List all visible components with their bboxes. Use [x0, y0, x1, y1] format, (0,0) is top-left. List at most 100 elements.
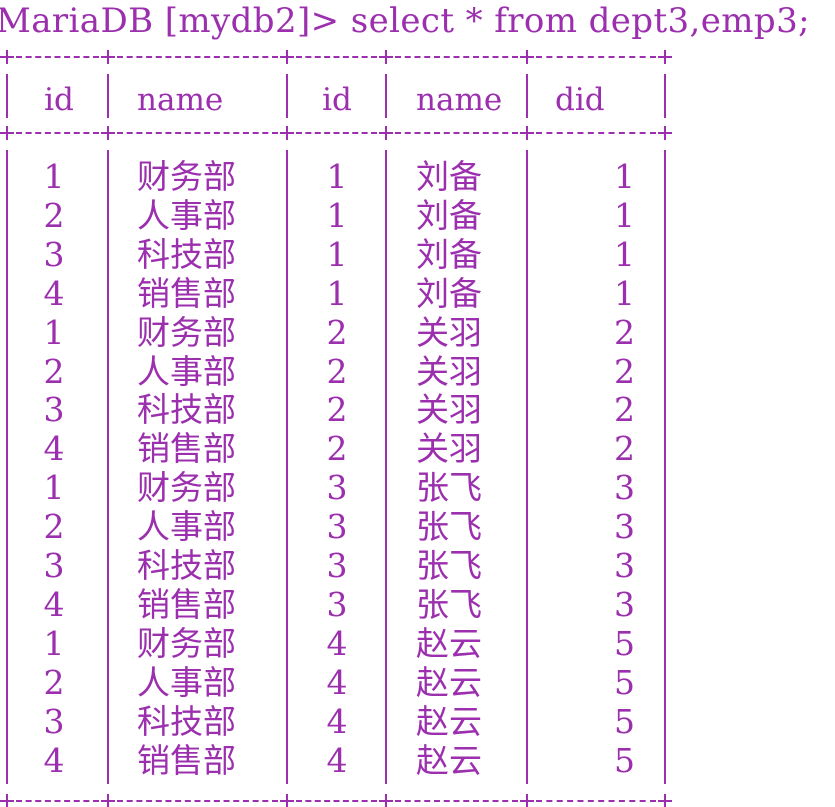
border-plus-corner — [379, 50, 393, 64]
column-divider — [286, 74, 288, 118]
border-plus-corner — [379, 126, 393, 140]
cell-emp-id: 3 — [326, 584, 348, 624]
cell-dept-name: 人事部 — [137, 507, 236, 547]
column-header-emp-id: id — [322, 82, 352, 118]
cell-dept-name: 财务部 — [137, 468, 236, 508]
border-plus-corner — [379, 794, 393, 807]
cell-emp-id: 4 — [326, 740, 348, 780]
cell-emp-id: 2 — [326, 390, 348, 430]
cell-emp-name: 赵云 — [416, 701, 482, 741]
column-divider — [664, 150, 666, 784]
column-divider — [385, 74, 387, 118]
column-divider — [6, 150, 8, 784]
cell-dept-id: 2 — [43, 351, 65, 391]
border-dash-segment — [16, 132, 99, 134]
cell-did: 1 — [614, 157, 635, 196]
cell-emp-id: 2 — [326, 351, 348, 391]
column-header-dept-name: name — [137, 82, 224, 118]
cell-dept-name: 销售部 — [137, 429, 236, 469]
cell-dept-name: 科技部 — [137, 390, 236, 430]
cell-did: 3 — [614, 584, 635, 624]
cell-dept-id: 1 — [43, 468, 65, 508]
cell-dept-id: 4 — [43, 429, 65, 469]
border-dash-segment — [16, 800, 99, 802]
column-divider — [526, 150, 528, 784]
cell-dept-id: 3 — [43, 546, 65, 585]
cell-emp-id: 1 — [326, 234, 348, 274]
cell-emp-id: 2 — [326, 312, 348, 352]
cell-dept-id: 2 — [43, 507, 65, 547]
cell-dept-name: 销售部 — [137, 584, 236, 624]
cell-did: 3 — [614, 468, 635, 508]
border-dash-segment — [117, 132, 278, 134]
cell-emp-name: 关羽 — [416, 312, 482, 352]
cell-emp-name: 赵云 — [416, 623, 482, 663]
border-plus-corner — [0, 794, 14, 807]
cell-emp-name: 张飞 — [416, 468, 482, 508]
cell-dept-id: 1 — [43, 623, 65, 663]
cell-did: 5 — [614, 740, 635, 780]
cell-dept-id: 3 — [43, 701, 65, 741]
border-plus-corner — [280, 794, 294, 807]
border-plus-corner — [658, 794, 672, 807]
border-dash-segment — [536, 132, 656, 134]
border-dash-segment — [395, 132, 518, 134]
cell-dept-name: 人事部 — [137, 351, 236, 391]
cell-emp-id: 3 — [326, 507, 348, 547]
cell-emp-id: 1 — [326, 157, 348, 196]
cell-emp-name: 赵云 — [416, 740, 482, 780]
border-plus-corner — [0, 50, 14, 64]
cell-did: 2 — [614, 429, 635, 469]
border-dash-segment — [117, 800, 278, 802]
cell-emp-id: 4 — [326, 623, 348, 663]
border-dash-segment — [296, 800, 377, 802]
table-bottom-border — [0, 794, 835, 807]
cell-did: 1 — [614, 273, 635, 313]
cell-dept-id: 4 — [43, 584, 65, 624]
border-dash-segment — [395, 800, 518, 802]
cell-did: 2 — [614, 312, 635, 352]
column-divider — [664, 74, 666, 118]
cell-emp-name: 刘备 — [416, 195, 482, 235]
cell-did: 3 — [614, 546, 635, 585]
border-dash-segment — [296, 132, 377, 134]
border-plus-corner — [280, 50, 294, 64]
border-plus-corner — [0, 126, 14, 140]
cell-emp-id: 4 — [326, 662, 348, 702]
terminal-window[interactable]: MariaDB [mydb2]> select * from dept3,emp… — [0, 0, 835, 807]
sql-command-line: MariaDB [mydb2]> select * from dept3,emp… — [0, 1, 810, 41]
cell-did: 1 — [614, 195, 635, 235]
cell-dept-name: 财务部 — [137, 312, 236, 352]
cell-emp-name: 张飞 — [416, 584, 482, 624]
cell-dept-name: 人事部 — [137, 662, 236, 702]
cell-emp-name: 刘备 — [416, 234, 482, 274]
cell-emp-id: 2 — [326, 429, 348, 469]
column-divider — [107, 150, 109, 784]
cell-dept-name: 财务部 — [137, 157, 236, 196]
cell-did: 2 — [614, 351, 635, 391]
cell-dept-id: 4 — [43, 740, 65, 780]
header-separator — [0, 126, 835, 140]
border-plus-corner — [520, 794, 534, 807]
cell-emp-id: 3 — [326, 546, 348, 585]
border-dash-segment — [296, 56, 377, 58]
cell-did: 2 — [614, 390, 635, 430]
column-divider — [107, 74, 109, 118]
column-header-did: did — [555, 82, 605, 118]
cell-emp-name: 关羽 — [416, 351, 482, 391]
cell-did: 1 — [614, 234, 635, 274]
border-plus-corner — [101, 126, 115, 140]
cell-dept-id: 2 — [43, 662, 65, 702]
column-divider — [6, 74, 8, 118]
column-header-emp-name: name — [416, 82, 503, 118]
cell-did: 5 — [614, 623, 635, 663]
cell-dept-name: 科技部 — [137, 234, 236, 274]
column-header-dept-id: id — [44, 82, 74, 118]
cell-emp-name: 刘备 — [416, 157, 482, 196]
border-dash-segment — [536, 56, 656, 58]
cell-dept-id: 1 — [43, 312, 65, 352]
border-plus-corner — [658, 126, 672, 140]
cell-did: 5 — [614, 662, 635, 702]
cell-dept-id: 4 — [43, 273, 65, 313]
column-divider — [526, 74, 528, 118]
